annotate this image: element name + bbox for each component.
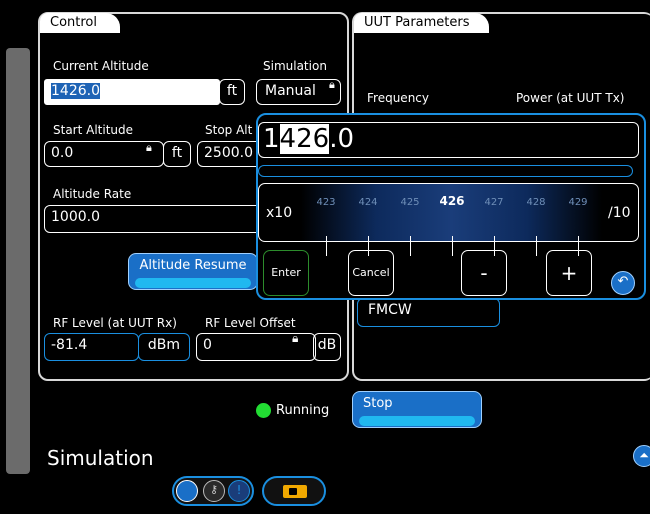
rf-level-label: RF Level (at UUT Rx)	[53, 316, 177, 330]
uut-tab-label: UUT Parameters	[364, 15, 470, 30]
footer-title: Simulation	[47, 446, 154, 470]
plus-button-label: +	[560, 261, 578, 285]
dial-tick	[326, 236, 327, 256]
modulation-field[interactable]: FMCW	[357, 298, 500, 327]
start-altitude-unit: ft	[163, 141, 191, 167]
current-altitude-label: Current Altitude	[53, 59, 149, 73]
simulation-value: Manual	[265, 83, 316, 99]
keypad-value-selected: 426	[279, 124, 330, 154]
stop-altitude-label: Stop Alt	[205, 123, 253, 137]
keypad-value-low: .0	[329, 124, 354, 154]
minus-button-label: -	[480, 261, 488, 285]
plus-button[interactable]: +	[546, 250, 592, 296]
stop-altitude-value: 2500.0	[204, 145, 253, 161]
rf-offset-unit: dB	[313, 333, 341, 361]
dial-tick-label: 423	[316, 197, 336, 208]
mode-switch-knob	[176, 480, 198, 502]
dial-tick-label: 427	[484, 197, 504, 208]
stop-button-bar	[359, 416, 475, 426]
dial-tick-label: 428	[526, 197, 546, 208]
rf-offset-value: 0	[203, 337, 212, 353]
rf-level-value: -81.4	[51, 337, 88, 353]
rf-offset-label: RF Level Offset	[205, 316, 296, 330]
control-tab: Control	[40, 13, 120, 33]
running-indicator-icon	[256, 403, 271, 418]
keypad-progress-track	[258, 165, 633, 177]
dial-tick	[452, 236, 453, 256]
altitude-resume-bar	[135, 278, 251, 288]
dial-tick-label: 424	[358, 197, 378, 208]
keypad-dial[interactable]	[258, 183, 639, 242]
running-label: Running	[276, 403, 330, 418]
altitude-resume-button[interactable]: Altitude Resume	[128, 253, 258, 290]
dial-tick-label: 426	[439, 194, 465, 208]
usb-drive-icon	[283, 485, 307, 498]
dial-tick	[410, 236, 411, 256]
stop-button[interactable]: Stop	[352, 391, 482, 428]
dial-tick	[536, 236, 537, 256]
keyhole-icon: ⚷	[203, 480, 225, 502]
enter-button[interactable]: Enter	[263, 250, 309, 296]
simulation-label: Simulation	[263, 59, 327, 73]
lock-icon: 🔒︎	[329, 78, 335, 91]
mode-switch[interactable]: ⚷ !	[172, 476, 254, 506]
usb-drive-button[interactable]	[262, 476, 326, 506]
altitude-resume-label: Altitude Resume	[139, 258, 247, 273]
start-altitude-value: 0.0	[51, 145, 74, 161]
power-label: Power (at UUT Tx)	[516, 91, 625, 105]
control-tab-label: Control	[50, 15, 97, 30]
keypad-value-high: 1	[263, 124, 280, 154]
altitude-rate-label: Altitude Rate	[53, 187, 132, 201]
current-altitude-value: 1426.0	[51, 83, 100, 99]
current-altitude-unit: ft	[219, 79, 245, 105]
keypad-value-display[interactable]: 1426.0	[258, 122, 639, 158]
rf-level-unit: dBm	[138, 333, 190, 361]
multiplier-left[interactable]: x10	[266, 205, 292, 221]
uut-tab: UUT Parameters	[354, 13, 489, 33]
info-icon: !	[228, 480, 250, 502]
side-drawer-handle[interactable]	[6, 48, 30, 474]
current-altitude-field[interactable]: 1426.0	[44, 79, 220, 105]
lock-icon: 🔒︎	[292, 331, 299, 345]
modulation-value: FMCW	[368, 302, 412, 318]
lock-icon: 🔒︎	[146, 141, 152, 154]
cancel-button-label: Cancel	[352, 266, 390, 279]
frequency-label: Frequency	[367, 91, 429, 105]
dial-tick-label: 429	[568, 197, 588, 208]
enter-button-label: Enter	[271, 266, 301, 279]
collapse-up-icon[interactable]: ⏶	[633, 445, 650, 467]
start-altitude-label: Start Altitude	[53, 123, 134, 137]
keypad-return-icon[interactable]: ↶	[611, 271, 635, 295]
dial-tick-label: 425	[400, 197, 420, 208]
stop-button-label: Stop	[363, 396, 393, 411]
minus-button[interactable]: -	[461, 250, 507, 296]
altitude-rate-value: 1000.0	[51, 209, 100, 225]
altitude-rate-field[interactable]: 1000.0	[44, 205, 264, 233]
rf-level-field[interactable]: -81.4	[44, 333, 139, 361]
cancel-button[interactable]: Cancel	[348, 250, 394, 296]
multiplier-right[interactable]: /10	[608, 205, 631, 221]
